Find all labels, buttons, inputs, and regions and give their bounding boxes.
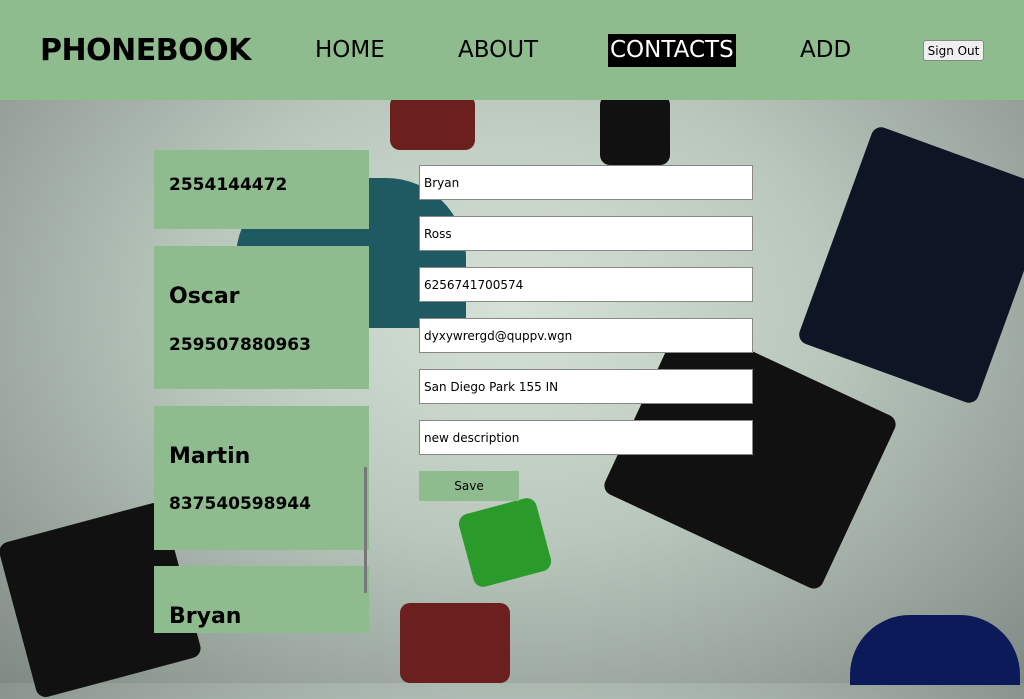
contact-list-scrollbar[interactable] bbox=[364, 467, 367, 593]
sign-out-button[interactable]: Sign Out bbox=[923, 40, 984, 61]
description-input[interactable] bbox=[419, 420, 753, 455]
phone-input[interactable] bbox=[419, 267, 753, 302]
nav-contacts[interactable]: CONTACTS bbox=[608, 34, 736, 67]
contact-phone: 259507880963 bbox=[169, 335, 311, 355]
nav-home[interactable]: HOME bbox=[313, 34, 387, 67]
background-illustration-game bbox=[850, 615, 1020, 685]
contact-card[interactable]: Martin 837540598944 bbox=[154, 406, 369, 550]
nav-about[interactable]: ABOUT bbox=[456, 34, 540, 67]
contact-list[interactable]: 2554144472 Oscar 259507880963 Martin 837… bbox=[154, 150, 369, 633]
contact-name: Oscar bbox=[169, 284, 240, 309]
nav-add[interactable]: ADD bbox=[798, 34, 853, 67]
email-input[interactable] bbox=[419, 318, 753, 353]
last-name-input[interactable] bbox=[419, 216, 753, 251]
save-button[interactable]: Save bbox=[419, 471, 519, 501]
header: PHONEBOOK HOME ABOUT CONTACTS ADD Sign O… bbox=[0, 0, 1024, 100]
contact-card[interactable]: Bryan bbox=[154, 566, 369, 633]
contact-card[interactable]: Oscar 259507880963 bbox=[154, 246, 369, 389]
background-illustration-radio bbox=[390, 95, 475, 150]
logo: PHONEBOOK bbox=[40, 33, 251, 68]
background-illustration-cassette bbox=[456, 495, 554, 590]
background-illustration-camera bbox=[796, 124, 1024, 406]
contact-phone: 837540598944 bbox=[169, 494, 311, 514]
first-name-input[interactable] bbox=[419, 165, 753, 200]
background-illustration-radio2 bbox=[400, 603, 510, 683]
contact-phone: 2554144472 bbox=[169, 175, 288, 195]
contact-name: Bryan bbox=[169, 604, 242, 629]
contact-name: Martin bbox=[169, 444, 251, 469]
background-illustration-mobile bbox=[600, 95, 670, 165]
address-input[interactable] bbox=[419, 369, 753, 404]
contact-card[interactable]: 2554144472 bbox=[154, 150, 369, 229]
